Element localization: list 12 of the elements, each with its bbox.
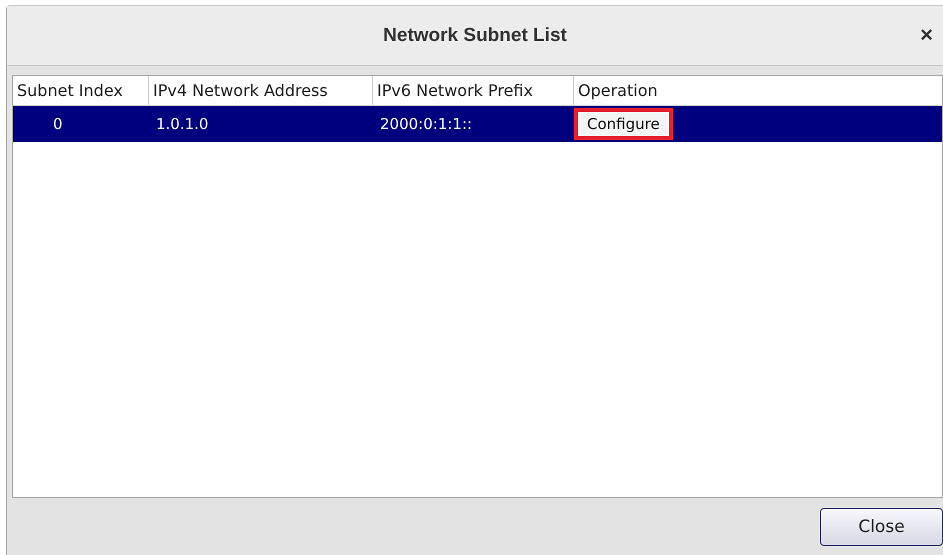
table-cell-text: 1.0.1.0: [155, 114, 210, 135]
configure-button[interactable]: Configure: [578, 112, 669, 136]
column-header[interactable]: Operation: [574, 76, 942, 105]
column-header[interactable]: Subnet Index: [13, 76, 149, 105]
table-row[interactable]: 0 1.0.1.0 2000:0:1:1:: Configure: [13, 106, 942, 142]
window-title: Network Subnet List: [383, 24, 567, 46]
column-header[interactable]: IPv6 Network Prefix: [373, 76, 574, 105]
column-header[interactable]: IPv4 Network Address: [149, 76, 373, 105]
close-button[interactable]: ×: [916, 24, 937, 46]
close-button[interactable]: Close: [820, 508, 943, 546]
table-cell-text: 0: [52, 114, 64, 135]
table-cell-text: 2000:0:1:1::: [379, 114, 474, 135]
